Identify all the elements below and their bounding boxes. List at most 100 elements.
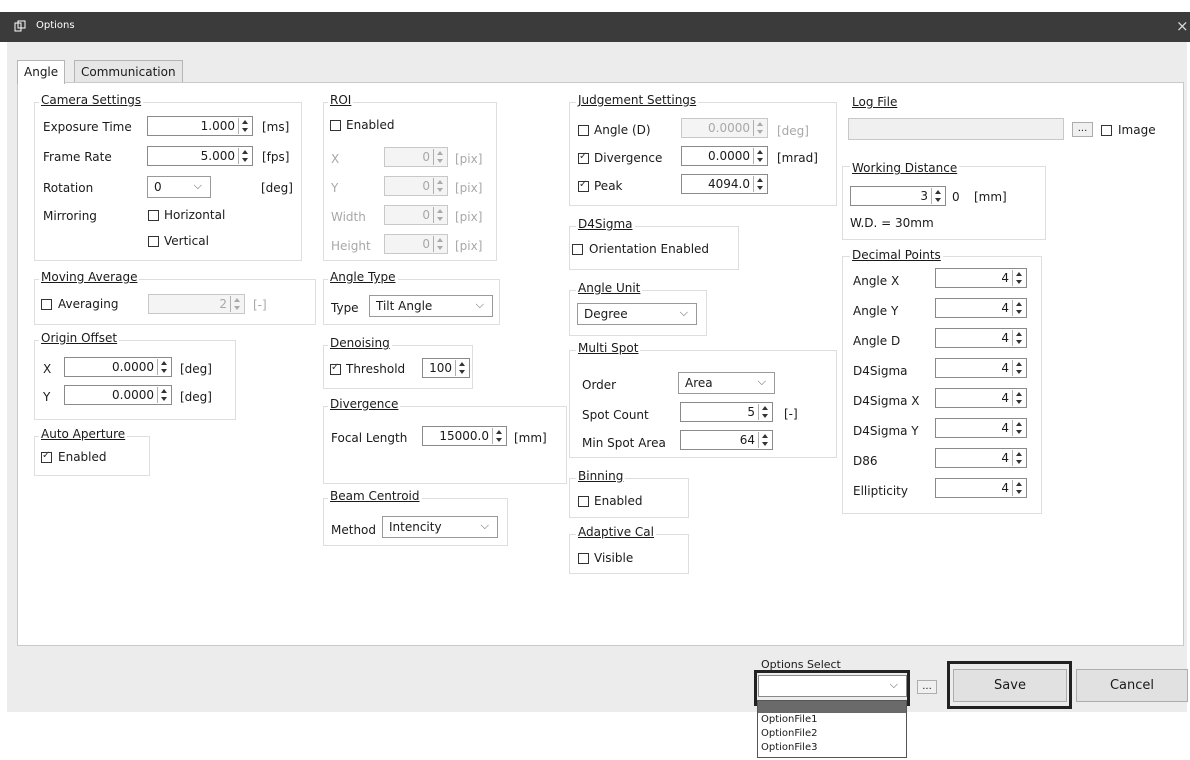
decimal-spinbox-angle-x[interactable]: 4 xyxy=(935,268,1027,288)
options-select-combo[interactable]: ⌵ xyxy=(758,675,907,697)
angle-type-combo[interactable]: Tilt Angle ⌵ xyxy=(369,295,493,317)
judge-angle-unit: [deg] xyxy=(777,124,809,138)
mirroring-label: Mirroring xyxy=(43,209,97,223)
roi-enabled-checkbox[interactable] xyxy=(330,120,341,131)
decimal-label-d86: D86 xyxy=(853,454,878,468)
spin-arrows-icon xyxy=(433,207,446,223)
spot-count-spinbox[interactable]: 5 xyxy=(680,402,773,422)
close-icon[interactable]: × xyxy=(1176,17,1189,35)
angle-unit-combo[interactable]: Degree ⌵ xyxy=(577,303,697,325)
spin-arrows-icon[interactable] xyxy=(1012,390,1025,406)
judge-divergence-spinbox[interactable]: 0.0000 xyxy=(681,146,768,166)
spin-arrows-icon[interactable] xyxy=(157,387,170,403)
spin-arrows-icon[interactable] xyxy=(931,188,944,204)
exposure-spinbox[interactable]: 1.000 xyxy=(147,116,253,136)
orientation-checkbox[interactable] xyxy=(572,244,583,255)
frame-rate-spinbox[interactable]: 5.000 xyxy=(147,146,253,166)
decimal-spinbox-ellipticity[interactable]: 4 xyxy=(935,478,1027,498)
dropdown-option[interactable]: OptionFile1 xyxy=(761,714,817,725)
roi-enabled-label: Enabled xyxy=(346,118,395,132)
spin-arrows-icon[interactable] xyxy=(238,148,251,164)
decimal-label-d4sigma-x: D4Sigma X xyxy=(853,394,920,408)
options-browse-button[interactable]: ... xyxy=(917,680,937,694)
decimal-label-angle-x: Angle X xyxy=(853,274,900,288)
origin-offset-group xyxy=(34,340,236,420)
spin-arrows-icon[interactable] xyxy=(758,404,771,420)
spin-arrows-icon xyxy=(433,236,446,252)
dropdown-option[interactable]: OptionFile2 xyxy=(761,728,817,739)
judge-divergence-label: Divergence xyxy=(594,151,663,165)
threshold-checkbox[interactable] xyxy=(330,362,341,375)
decimal-spinbox-d4sigma[interactable]: 4 xyxy=(935,358,1027,378)
binning-checkbox[interactable] xyxy=(578,496,589,507)
judgement-title: Judgement Settings xyxy=(576,93,699,107)
dropdown-selected-blank[interactable] xyxy=(758,701,906,713)
decimal-label-angle-d: Angle D xyxy=(853,334,901,348)
spin-arrows-icon[interactable] xyxy=(1012,480,1025,496)
spin-arrows-icon[interactable] xyxy=(753,176,766,192)
min-spot-area-spinbox[interactable]: 64 xyxy=(680,430,773,450)
judge-divergence-checkbox[interactable] xyxy=(578,151,589,164)
angle-type-title: Angle Type xyxy=(328,270,398,284)
horizontal-checkbox[interactable] xyxy=(148,210,159,221)
averaging-checkbox[interactable] xyxy=(41,299,52,310)
auto-aperture-checkbox[interactable] xyxy=(41,450,52,463)
judge-peak-checkbox[interactable] xyxy=(578,179,589,192)
window-icon xyxy=(14,20,26,32)
roi-x-unit: [pix] xyxy=(455,152,483,166)
working-distance-spinbox[interactable]: 3 xyxy=(850,186,946,206)
judge-peak-spinbox[interactable]: 4094.0 xyxy=(681,174,768,194)
roi-title: ROI xyxy=(328,93,354,107)
log-file-browse-button[interactable]: ... xyxy=(1072,122,1093,137)
options-dropdown-list: OptionFile1 OptionFile2 OptionFile3 xyxy=(757,700,907,758)
decimal-spinbox-d4sigma-y[interactable]: 4 xyxy=(935,418,1027,438)
roi-width-label: Width xyxy=(331,210,366,224)
spin-arrows-icon[interactable] xyxy=(157,359,170,375)
spin-arrows-icon xyxy=(753,120,766,136)
tab-communication[interactable]: Communication xyxy=(74,60,183,83)
save-button[interactable]: Save xyxy=(953,669,1067,702)
adaptive-visible-checkbox[interactable] xyxy=(578,553,589,564)
cancel-button[interactable]: Cancel xyxy=(1076,669,1188,702)
offset-y-label: Y xyxy=(43,390,51,404)
decimal-spinbox-angle-y[interactable]: 4 xyxy=(935,298,1027,318)
offset-y-spinbox[interactable]: 0.0000 xyxy=(64,385,172,405)
roi-y-label: Y xyxy=(331,181,339,195)
spin-arrows-icon[interactable] xyxy=(758,432,771,448)
tab-angle[interactable]: Angle xyxy=(17,60,66,84)
spin-arrows-icon xyxy=(433,178,446,194)
spin-arrows-icon[interactable] xyxy=(455,360,468,376)
roi-width-spinbox: 0 xyxy=(384,205,448,225)
window-title: Options xyxy=(36,20,75,31)
decimal-spinbox-d4sigma-x[interactable]: 4 xyxy=(935,388,1027,408)
spin-arrows-icon[interactable] xyxy=(492,428,505,444)
spin-arrows-icon[interactable] xyxy=(238,118,251,134)
dropdown-option[interactable]: OptionFile3 xyxy=(761,742,817,753)
order-combo[interactable]: Area ⌵ xyxy=(678,372,775,394)
decimal-label-ellipticity: Ellipticity xyxy=(853,484,908,498)
spin-arrows-icon[interactable] xyxy=(753,148,766,164)
focal-length-spinbox[interactable]: 15000.0 xyxy=(422,426,507,446)
threshold-spinbox[interactable]: 100 xyxy=(422,358,470,378)
vertical-checkbox[interactable] xyxy=(148,236,159,247)
angle-type-label: Type xyxy=(331,301,359,315)
judge-angle-checkbox[interactable] xyxy=(578,125,589,136)
title-bar: Options × xyxy=(0,12,1190,42)
spin-arrows-icon[interactable] xyxy=(1012,270,1025,286)
decimal-spinbox-d86[interactable]: 4 xyxy=(935,448,1027,468)
spin-arrows-icon[interactable] xyxy=(1012,300,1025,316)
offset-x-spinbox[interactable]: 0.0000 xyxy=(64,357,172,377)
judge-divergence-unit: [mrad] xyxy=(777,151,818,165)
frame-rate-unit: [fps] xyxy=(262,150,290,164)
spin-arrows-icon[interactable] xyxy=(1012,360,1025,376)
decimal-spinbox-angle-d[interactable]: 4 xyxy=(935,328,1027,348)
judge-angle-spinbox: 0.0000 xyxy=(681,118,768,138)
log-image-checkbox[interactable] xyxy=(1101,125,1112,136)
spin-arrows-icon[interactable] xyxy=(1012,450,1025,466)
rotation-combo[interactable]: 0 ⌵ xyxy=(147,176,211,198)
spin-arrows-icon[interactable] xyxy=(1012,420,1025,436)
horizontal-label: Horizontal xyxy=(164,208,226,222)
spin-arrows-icon[interactable] xyxy=(1012,330,1025,346)
method-combo[interactable]: Intencity ⌵ xyxy=(382,516,498,538)
log-file-path-field[interactable] xyxy=(848,118,1064,140)
